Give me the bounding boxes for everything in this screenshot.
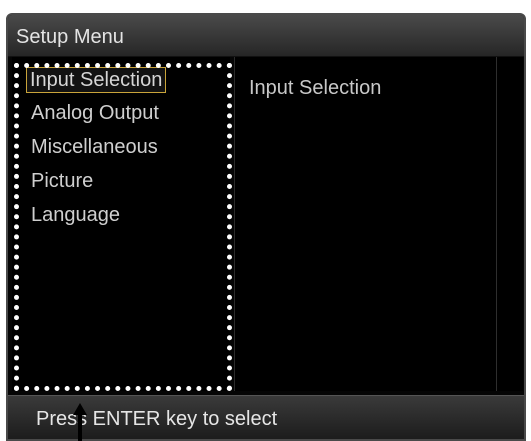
menu-item-miscellaneous[interactable]: Miscellaneous bbox=[28, 135, 161, 159]
menu-item-language[interactable]: Language bbox=[28, 203, 123, 227]
side-column bbox=[496, 57, 523, 391]
menu-list: Input Selection Analog Output Miscellane… bbox=[12, 57, 230, 391]
detail-title: Input Selection bbox=[249, 77, 382, 99]
menu-item-input-selection[interactable]: Input Selection bbox=[26, 67, 167, 93]
detail-panel: Input Selection bbox=[234, 57, 498, 391]
title-bar: Setup Menu bbox=[8, 15, 524, 57]
menu-item-analog-output[interactable]: Analog Output bbox=[28, 101, 162, 125]
window-title: Setup Menu bbox=[16, 26, 124, 48]
setup-menu-window: Setup Menu Input Selection Analog Output… bbox=[6, 13, 526, 441]
up-arrow-icon bbox=[73, 403, 87, 441]
menu-item-picture[interactable]: Picture bbox=[28, 169, 96, 193]
